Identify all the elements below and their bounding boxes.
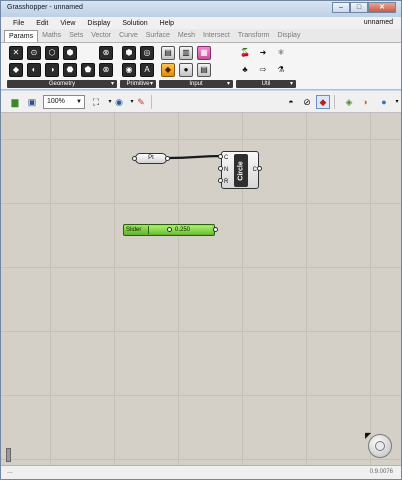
navigation-center[interactable] <box>375 441 385 451</box>
slider-track[interactable]: 0.250 <box>148 226 212 234</box>
canvas-scroll-handle[interactable] <box>6 448 11 462</box>
circle-component[interactable]: C N R Circle C <box>221 151 259 189</box>
number-slider[interactable]: Slider 0.250 <box>123 224 215 236</box>
circle-component-name: Circle <box>234 154 248 187</box>
point-param-input-port[interactable] <box>132 156 137 161</box>
slider-output-port[interactable] <box>213 227 218 232</box>
circle-input-port-r[interactable] <box>218 178 223 183</box>
circle-input-radius: R <box>224 179 229 185</box>
connection-wires <box>167 154 224 160</box>
slider-value: 0.250 <box>175 227 191 233</box>
status-bar: ... 0.9.0076 <box>1 465 401 479</box>
circle-output-port[interactable] <box>257 166 262 171</box>
circle-input-normal: N <box>224 167 229 173</box>
point-param-label: Pt <box>148 155 154 161</box>
slider-knob[interactable] <box>167 227 172 232</box>
point-param-output-port[interactable] <box>165 156 170 161</box>
slider-label: Slider <box>126 227 142 233</box>
circle-input-plane: C <box>224 155 229 161</box>
status-text: ... <box>7 468 13 475</box>
circle-input-port-c[interactable] <box>218 154 223 159</box>
grasshopper-window: Grasshopper - unnamed – □ ✕ File Edit Vi… <box>0 0 402 480</box>
canvas-navigation-widget[interactable]: ◤ <box>365 431 392 458</box>
version-label: 0.9.0076 <box>369 469 393 475</box>
point-param[interactable]: Pt <box>135 153 167 164</box>
circle-input-port-n[interactable] <box>218 166 223 171</box>
navigation-cap-icon: ◤ <box>365 431 372 440</box>
pt-to-circle-wire <box>167 154 224 160</box>
